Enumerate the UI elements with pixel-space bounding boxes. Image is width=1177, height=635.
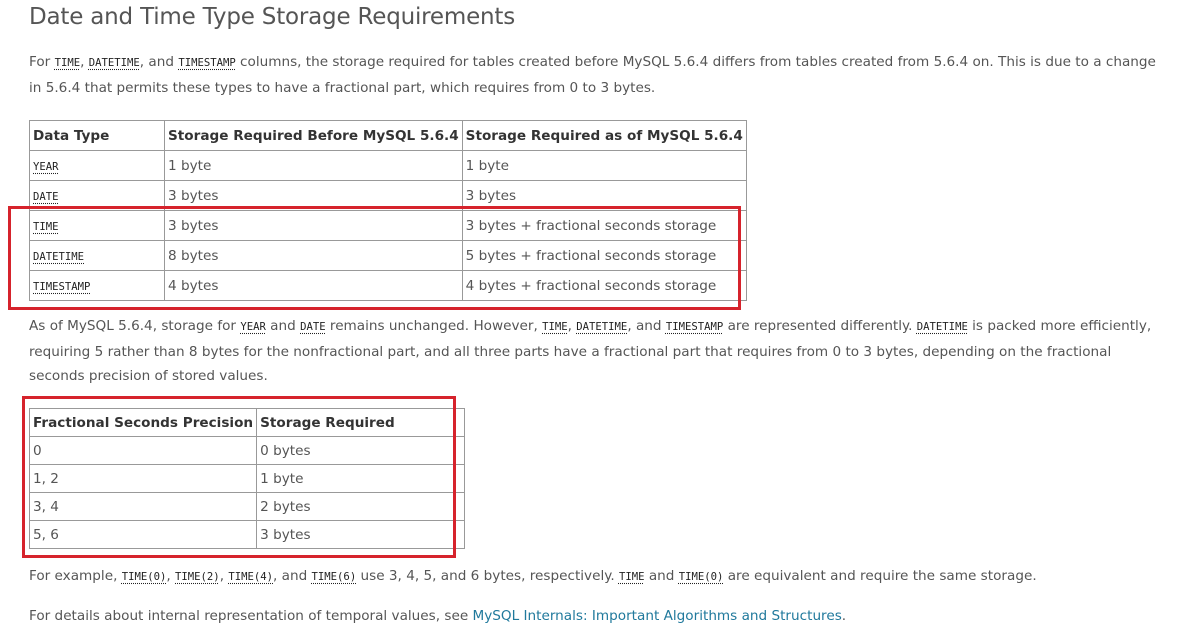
text: and <box>644 568 679 584</box>
code-time-6[interactable]: TIME(6) <box>312 571 357 583</box>
text: use 3, 4, 5, and 6 bytes, respectively. <box>356 568 619 584</box>
text: are equivalent and require the same stor… <box>723 568 1037 584</box>
code-timestamp[interactable]: TIMESTAMP <box>666 321 723 333</box>
text: For example, <box>29 568 122 584</box>
paragraph-4: For details about internal representatio… <box>29 604 1164 629</box>
code-time[interactable]: TIME <box>619 571 645 583</box>
text: remains unchanged. However, <box>325 318 543 334</box>
code-year[interactable]: YEAR <box>240 321 266 333</box>
intro-paragraph: For TIME, DATETIME, and TIMESTAMP column… <box>29 50 1164 100</box>
code-time-0[interactable]: TIME(0) <box>679 571 724 583</box>
text: and <box>265 318 301 334</box>
text: For details about internal representatio… <box>29 608 473 624</box>
section-title: Date and Time Type Storage Requirements <box>29 4 516 30</box>
text: As of MySQL 5.6.4, storage for <box>29 318 241 334</box>
paragraph-2: As of MySQL 5.6.4, storage for YEAR and … <box>29 314 1164 389</box>
text: , <box>567 318 577 334</box>
code-year[interactable]: YEAR <box>33 161 59 173</box>
table-header: Data Type <box>29 120 165 151</box>
code-datetime[interactable]: DATETIME <box>89 57 140 69</box>
highlight-box-precision-table <box>22 396 456 558</box>
code-date[interactable]: DATE <box>300 321 326 333</box>
text: , <box>80 54 89 70</box>
code-timestamp[interactable]: TIMESTAMP <box>178 57 235 69</box>
internals-link[interactable]: MySQL Internals: Important Algorithms an… <box>473 608 842 624</box>
code-time-0[interactable]: TIME(0) <box>122 571 167 583</box>
code-time[interactable]: TIME <box>55 57 81 69</box>
text: , <box>166 568 176 584</box>
code-time-2[interactable]: TIME(2) <box>175 571 220 583</box>
table-cell: 1 byte <box>164 150 463 181</box>
text: . <box>841 608 847 624</box>
table-cell: YEAR <box>29 150 165 181</box>
text: , and <box>139 54 179 70</box>
code-date[interactable]: DATE <box>33 191 59 203</box>
text: , and <box>273 568 312 584</box>
code-datetime[interactable]: DATETIME <box>917 321 968 333</box>
text: For <box>29 54 55 70</box>
table-header: Storage Required Before MySQL 5.6.4 <box>164 120 463 151</box>
text: are represented differently. <box>723 318 917 334</box>
table-cell: 1 byte <box>461 150 747 181</box>
table-header: Storage Required as of MySQL 5.6.4 <box>461 120 747 151</box>
code-time[interactable]: TIME <box>542 321 568 333</box>
text: , and <box>627 318 666 334</box>
code-datetime[interactable]: DATETIME <box>576 321 627 333</box>
table-row: YEAR 1 byte 1 byte <box>29 150 747 181</box>
table-header-row: Data Type Storage Required Before MySQL … <box>29 120 747 151</box>
code-time-4[interactable]: TIME(4) <box>228 571 273 583</box>
highlight-box-temporal-rows <box>8 206 741 310</box>
paragraph-3: For example, TIME(0), TIME(2), TIME(4), … <box>29 564 1164 590</box>
